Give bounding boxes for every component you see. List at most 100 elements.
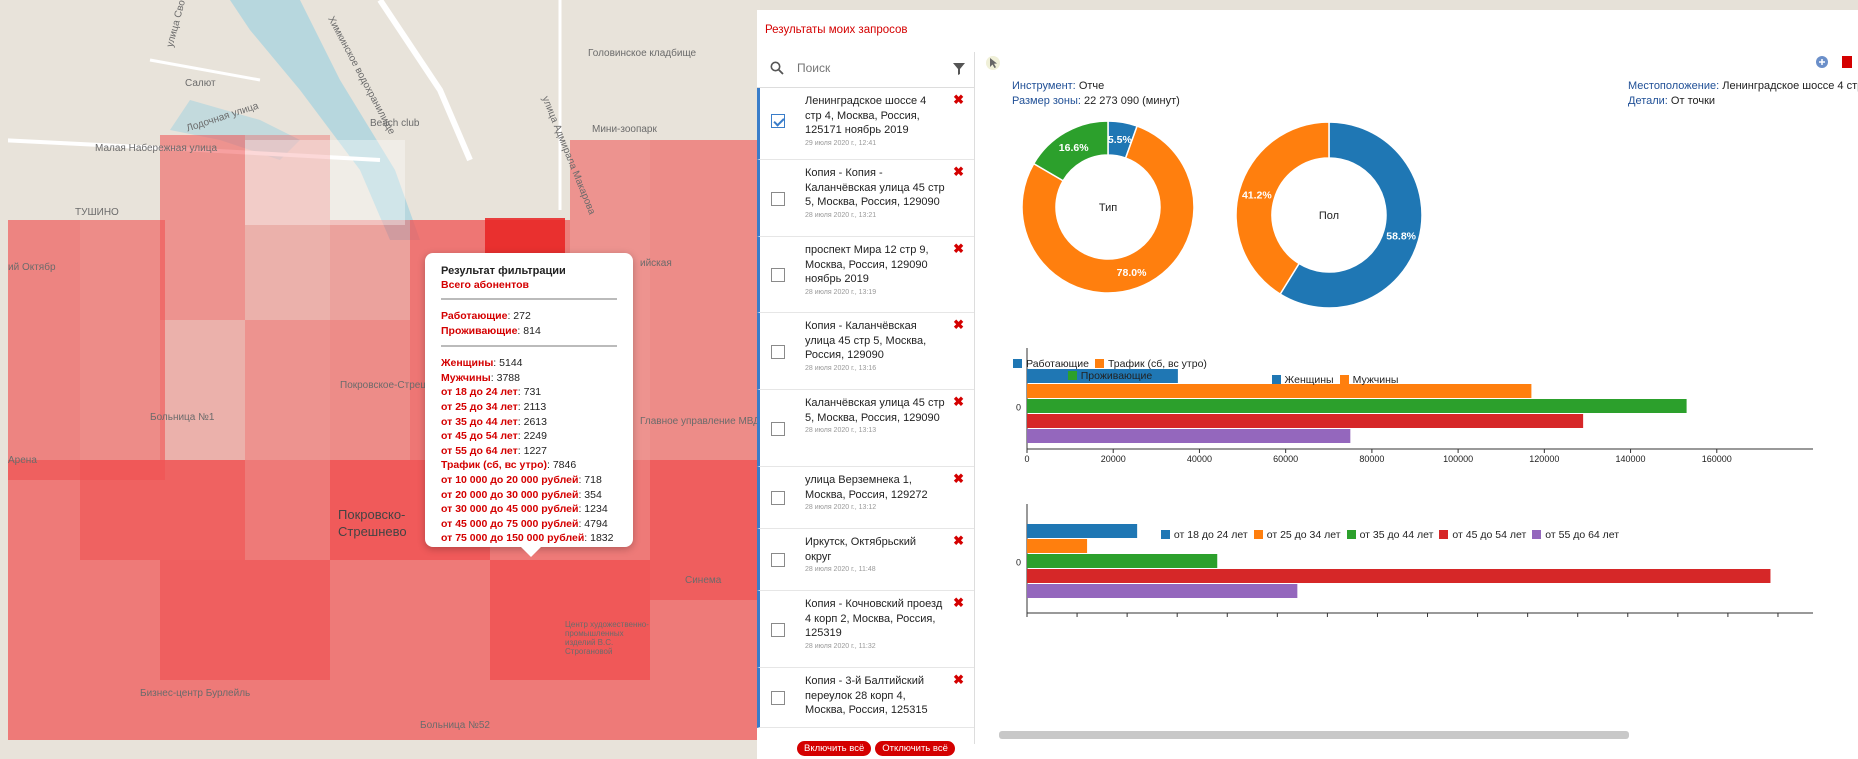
delete-icon[interactable]: ✖ (953, 317, 964, 333)
popup-rows-demographics: Женщины: 5144 Мужчины: 3788 от 18 до 24 ле… (441, 356, 617, 546)
item-checkbox[interactable] (771, 422, 785, 436)
disable-all-button[interactable]: Отключить всё (875, 741, 955, 756)
chart-clip (987, 620, 1858, 728)
popup-row: Трафик (сб, вс утро): 7846 (441, 459, 577, 472)
list-item[interactable]: Копия - Копия - Каланчёвская улица 45 ст… (757, 160, 974, 237)
x-tick-label: 100000 (1443, 454, 1473, 464)
item-checkbox[interactable] (771, 691, 785, 705)
popup-row: от 18 до 24 лет: 731 (441, 386, 542, 399)
popup-row-value: 7846 (552, 459, 577, 472)
popup-row-label: Женщины (441, 357, 494, 370)
legend-label: от 45 до 54 лет (1452, 529, 1527, 541)
bar[interactable] (1027, 554, 1218, 568)
bar[interactable] (1027, 584, 1298, 598)
pie-slice[interactable] (1235, 121, 1330, 296)
item-title: проспект Мира 12 стр 9, Москва, Россия, … (805, 244, 929, 285)
item-checkbox[interactable] (771, 114, 785, 128)
pie-center-label: Пол (1319, 210, 1339, 222)
legend-swatch (1271, 375, 1281, 384)
legend-swatch (1013, 359, 1023, 368)
item-checkbox[interactable] (771, 623, 785, 637)
item-date: 28 июля 2020 г., 11:48 (805, 566, 876, 573)
bar[interactable] (1027, 569, 1771, 583)
popup-row-label: от 55 до 64 лет (441, 444, 518, 457)
popup-row: от 45 000 до 75 000 рублей: 4794 (441, 517, 608, 530)
bar[interactable] (1027, 414, 1584, 428)
delete-icon[interactable]: ✖ (953, 164, 964, 180)
popup-row-value: 354 (584, 488, 602, 501)
delete-icon[interactable]: ✖ (953, 241, 964, 257)
list-item[interactable]: Иркутск, Октябрьский округ 28 июля 2020 г… (757, 529, 974, 591)
search-input[interactable] (797, 61, 937, 75)
scrollbar-thumb[interactable] (999, 731, 1629, 739)
app-root: улица Свобод Салют Лодочная улица Химкинско… (0, 0, 1858, 759)
legend-label: от 55 до 64 лет (1545, 529, 1620, 541)
list-item[interactable]: Каланчёвская улица 45 стр 5, Москва, Рос… (757, 390, 974, 467)
heat-cell (80, 220, 165, 480)
list-item[interactable]: Копия - Кочновский проезд 4 корп 2, Моск… (757, 591, 974, 668)
pie-gender-legend: Женщины Мужчины (1212, 374, 1452, 386)
item-checkbox[interactable] (771, 491, 785, 505)
delete-icon[interactable]: ✖ (953, 672, 964, 688)
list-item[interactable]: Ленинградское шоссе 4 стр 4, Москва, Рос… (757, 88, 974, 160)
item-text: Копия - Каланчёвская улица 45 стр 5, Мос… (805, 319, 945, 374)
legend-label: Мужчины (1352, 374, 1399, 386)
popup-row-value: 5144 (499, 357, 523, 370)
horizontal-scrollbar[interactable] (987, 730, 1858, 740)
delete-icon[interactable]: ✖ (953, 92, 964, 108)
popup-row-value: 3788 (496, 371, 520, 384)
popup-row-label: Работающие (441, 310, 508, 322)
popup-total-label: Всего абонентов (441, 279, 529, 291)
popup-row-label: Проживающие (441, 324, 518, 337)
y-tick-label: 0 (1016, 558, 1021, 568)
bar[interactable] (1027, 539, 1088, 553)
x-tick-label: 160000 (1702, 454, 1732, 464)
list-item[interactable]: Копия - Каланчёвская улица 45 стр 5, Мос… (757, 313, 974, 390)
heat-cell (160, 560, 330, 680)
item-checkbox[interactable] (771, 553, 785, 567)
delete-icon[interactable]: ✖ (953, 533, 964, 549)
delete-icon[interactable]: ✖ (953, 471, 964, 487)
item-date: 28 июля 2020 г., 13:19 (805, 288, 877, 296)
map-label: Малая Набережная улица (95, 143, 218, 154)
item-checkbox[interactable] (771, 192, 785, 206)
panel-title: Результаты моих запросов (765, 24, 908, 36)
map-view[interactable]: улица Свобод Салют Лодочная улица Химкинско… (0, 0, 760, 759)
popup-row: от 25 до 34 лет: 2113 (441, 400, 547, 413)
popup-row: от 10 000 до 20 000 рублей: 718 (441, 473, 602, 486)
legend-swatch (1439, 530, 1449, 539)
popup-row-value: 272 (513, 310, 531, 322)
heat-cell (0, 220, 80, 480)
map-label: Покровско- (338, 507, 406, 522)
item-text: Иркутск, Октябрьский округ 28 июля 2020 г… (805, 535, 945, 575)
delete-icon[interactable]: ✖ (953, 595, 964, 611)
list-item[interactable]: улица Верземнека 1, Москва, Россия, 1292… (757, 467, 974, 529)
popup-row-value: 814 (523, 324, 541, 337)
item-title: улица Верземнека 1, Москва, Россия, 1292… (805, 474, 928, 501)
charts-canvas: 5.5% 78.0% 16.6% Тип 58.8% 41.2% Пол 0 0 20000 400… (987, 120, 1858, 728)
pie-slice-label: 41.2% (1242, 190, 1272, 202)
bar[interactable] (1027, 384, 1532, 398)
popup-row: от 30 000 до 45 000 рублей: 1234 (441, 503, 608, 516)
item-title: Иркутск, Октябрьский округ (805, 536, 917, 563)
popup-row: Женщины: 5144 (441, 357, 523, 370)
popup-row-label: от 45 000 до 75 000 рублей (441, 517, 579, 530)
item-checkbox[interactable] (771, 268, 785, 282)
delete-icon[interactable]: ✖ (953, 394, 964, 410)
popup-row-label: от 18 до 24 лет (441, 386, 518, 399)
list-item[interactable]: Копия - 3-й Балтийский переулок 28 корп … (757, 668, 974, 728)
bar[interactable] (1027, 429, 1351, 443)
popup-rows-occupancy: Работающие: 272 Проживающие: 814 (441, 309, 617, 338)
item-title: Копия - Копия - Каланчёвская улица 45 ст… (805, 167, 945, 208)
filter-icon[interactable] (953, 62, 965, 80)
search-icon (770, 61, 784, 80)
item-checkbox[interactable] (771, 345, 785, 359)
bar-age-legend: от 18 до 24 лет от 25 до 34 лет от 35 до 4… (1087, 529, 1687, 541)
map-label: Бизнес-центр Бурлейль (140, 688, 251, 699)
popup-row-value: 1234 (584, 503, 608, 516)
list-item[interactable]: проспект Мира 12 стр 9, Москва, Россия, … (757, 237, 974, 313)
bar[interactable] (1027, 399, 1687, 413)
popup-row: от 75 000 до 150 000 рублей: 1832 (441, 532, 614, 545)
enable-all-button[interactable]: Включить всё (797, 741, 872, 756)
heat-cell (245, 140, 405, 225)
